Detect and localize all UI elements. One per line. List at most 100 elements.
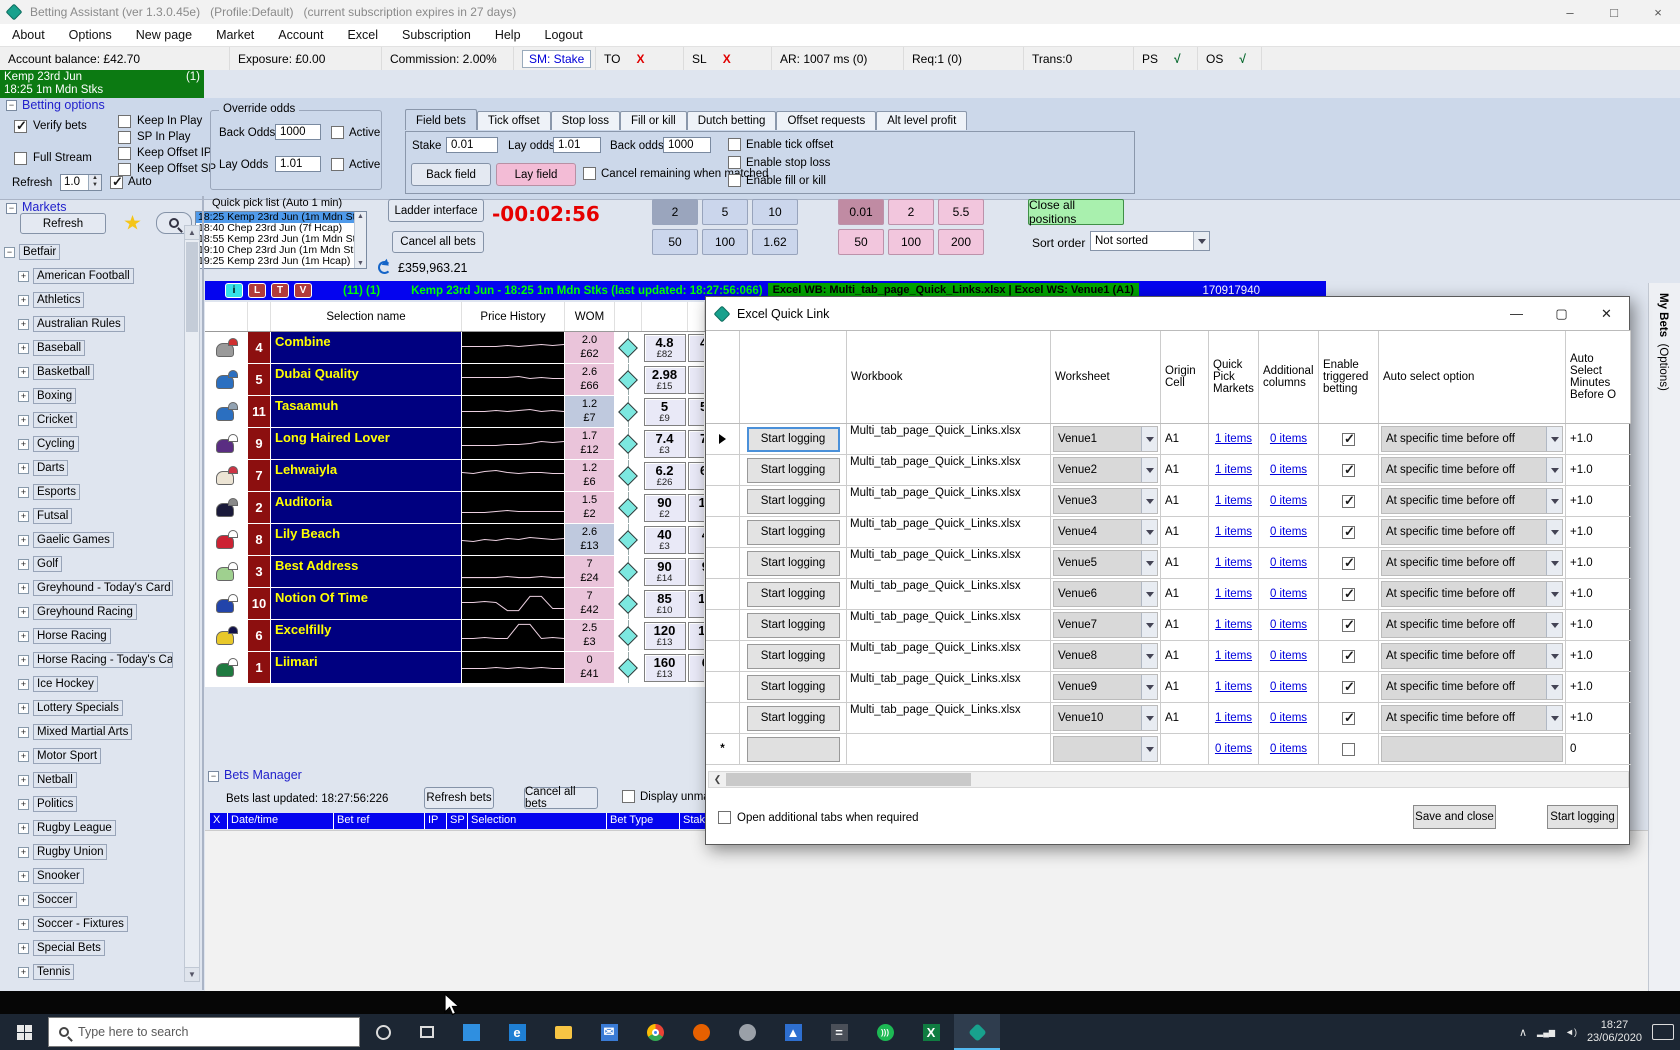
close-all-positions-button[interactable]: Close all positions <box>1028 199 1124 225</box>
menu-item-about[interactable]: About <box>12 28 45 42</box>
quick-pick-item[interactable]: 19:25 Kemp 23rd Jun (1m Hcap) <box>196 256 354 267</box>
back-odds-input[interactable]: 1000 <box>275 124 321 140</box>
origin-cell[interactable]: A1 <box>1161 672 1209 702</box>
t-button[interactable]: T <box>271 283 289 298</box>
tab-stop-loss[interactable]: Stop loss <box>551 111 620 130</box>
auto-select-dropdown[interactable]: At specific time before off <box>1381 457 1563 483</box>
quick-pick-items-link[interactable]: 1 items <box>1215 464 1252 476</box>
sidebar-item-netball[interactable]: +Netball <box>4 768 182 792</box>
workbook-cell[interactable]: Multi_tab_page_Quick_Links.xlsx <box>847 641 1051 671</box>
back-odds-button[interactable]: 6.2£26 <box>644 462 686 490</box>
save-and-close-button[interactable]: Save and close <box>1413 805 1496 829</box>
start-logging-button[interactable]: Start logging <box>747 520 840 545</box>
sidebar-item-esports[interactable]: +Esports <box>4 480 182 504</box>
back-odds-button[interactable]: 90£2 <box>644 494 686 522</box>
open-additional-tabs-checkbox[interactable] <box>718 811 731 824</box>
runner-name[interactable]: Dubai Quality <box>271 364 462 396</box>
expand-icon[interactable]: + <box>18 415 29 426</box>
volume-icon[interactable]: ◄) <box>1565 1027 1577 1037</box>
enable-stop-loss-checkbox[interactable] <box>728 156 741 169</box>
sidebar-item-golf[interactable]: +Golf <box>4 552 182 576</box>
tab-tick-offset[interactable]: Tick offset <box>477 111 551 130</box>
enable-triggered-betting-checkbox[interactable] <box>1342 588 1355 601</box>
collapse-bets-manager-icon[interactable]: − <box>208 771 219 782</box>
settings-icon[interactable] <box>724 1014 770 1050</box>
cancel-remaining-checkbox[interactable] <box>583 167 596 180</box>
expand-icon[interactable]: + <box>18 391 29 402</box>
back-preset-100[interactable]: 100 <box>702 229 748 255</box>
auto-select-dropdown[interactable]: At specific time before off <box>1381 519 1563 545</box>
lay-preset-5.5[interactable]: 5.5 <box>938 199 984 225</box>
auto-select-dropdown[interactable] <box>1381 736 1563 762</box>
menu-item-account[interactable]: Account <box>278 28 323 42</box>
sidebar-item-lottery-specials[interactable]: +Lottery Specials <box>4 696 182 720</box>
expand-icon[interactable]: + <box>18 895 29 906</box>
photos-icon[interactable]: ▲ <box>770 1014 816 1050</box>
auto-refresh-checkbox[interactable] <box>110 176 123 189</box>
back-odds-button-2[interactable]: 95£1 <box>688 558 705 586</box>
dialog-maximize-button[interactable]: ▢ <box>1539 297 1584 330</box>
origin-cell[interactable]: A1 <box>1161 486 1209 516</box>
workbook-cell[interactable]: Multi_tab_page_Quick_Links.xlsx <box>847 579 1051 609</box>
auto-select-dropdown[interactable]: At specific time before off <box>1381 426 1563 452</box>
expand-icon[interactable]: + <box>18 511 29 522</box>
origin-cell[interactable]: A1 <box>1161 517 1209 547</box>
expand-icon[interactable]: + <box>18 775 29 786</box>
back-odds-button-2[interactable]: 5.4£9 <box>688 398 705 426</box>
back-odds-button[interactable]: 40£3 <box>644 526 686 554</box>
sidebar-item-tennis[interactable]: +Tennis <box>4 960 182 984</box>
firefox-icon[interactable] <box>678 1014 724 1050</box>
additional-items-link[interactable]: 0 items <box>1270 619 1307 631</box>
expand-icon[interactable]: + <box>18 607 29 618</box>
tab-fill-or-kill[interactable]: Fill or kill <box>620 111 687 130</box>
back-preset-10[interactable]: 10 <box>752 199 798 225</box>
dialog-minimize-button[interactable]: — <box>1494 297 1539 330</box>
expand-icon[interactable]: + <box>18 535 29 546</box>
quick-pick-items-link[interactable]: 1 items <box>1215 619 1252 631</box>
scroll-up-icon[interactable]: ▲ <box>185 226 199 240</box>
back-odds-button[interactable]: 120£13 <box>644 622 686 650</box>
start-logging-button[interactable]: Start logging <box>747 644 840 669</box>
minutes-before-cell[interactable]: +1.0 <box>1566 424 1631 454</box>
scroll-left-icon[interactable]: ❮ <box>709 774 726 785</box>
dialog-horizontal-scrollbar[interactable]: ❮ <box>708 771 1629 788</box>
keep-in-play-checkbox[interactable] <box>118 115 131 128</box>
ladder-interface-button[interactable]: Ladder interface <box>388 199 484 222</box>
back-field-button[interactable]: Back field <box>411 163 491 186</box>
runner-name[interactable]: Combine <box>271 332 462 364</box>
sp-in-play-checkbox[interactable] <box>118 131 131 144</box>
sidebar-item-horse-racing-today-s-card[interactable]: +Horse Racing - Today's Card <box>4 648 182 672</box>
refresh-bets-button[interactable]: Refresh bets <box>424 787 494 809</box>
workbook-cell[interactable] <box>847 734 1051 764</box>
expand-icon[interactable]: + <box>18 487 29 498</box>
expand-icon[interactable]: + <box>18 271 29 282</box>
expand-icon[interactable]: + <box>18 799 29 810</box>
worksheet-dropdown[interactable]: Venue8 <box>1053 643 1158 669</box>
enable-triggered-betting-checkbox[interactable] <box>1342 681 1355 694</box>
auto-select-dropdown[interactable]: At specific time before off <box>1381 488 1563 514</box>
origin-cell[interactable]: A1 <box>1161 579 1209 609</box>
scroll-down-icon[interactable]: ▼ <box>185 967 199 981</box>
sidebar-item-darts[interactable]: +Darts <box>4 456 182 480</box>
sidebar-item-futsal[interactable]: +Futsal <box>4 504 182 528</box>
sidebar-item-greyhound-today-s-card[interactable]: +Greyhound - Today's Card <box>4 576 182 600</box>
l-button[interactable]: L <box>248 283 266 298</box>
menu-item-logout[interactable]: Logout <box>545 28 583 42</box>
spinner-arrows-icon[interactable]: ▲▼ <box>88 175 101 190</box>
worksheet-dropdown[interactable] <box>1053 736 1158 762</box>
menu-item-options[interactable]: Options <box>69 28 112 42</box>
field-back-odds-input[interactable]: 1000 <box>663 137 711 153</box>
enable-triggered-betting-checkbox[interactable] <box>1342 526 1355 539</box>
runner-name[interactable]: Lehwaiyla <box>271 460 462 492</box>
bets-column-stake[interactable]: Stake <box>680 813 705 829</box>
back-preset-2[interactable]: 2 <box>652 199 698 225</box>
sidebar-item-basketball[interactable]: +Basketball <box>4 360 182 384</box>
lay-odds-input[interactable]: 1.01 <box>275 156 321 172</box>
origin-cell[interactable]: A1 <box>1161 548 1209 578</box>
sidebar-item-cycling[interactable]: +Cycling <box>4 432 182 456</box>
quick-pick-items-link[interactable]: 0 items <box>1215 743 1252 755</box>
collapse-markets-icon[interactable]: − <box>6 203 17 214</box>
dialog-title-bar[interactable]: Excel Quick Link — ▢ ✕ <box>706 297 1629 330</box>
collapse-icon[interactable]: − <box>4 247 15 258</box>
field-lay-odds-input[interactable]: 1.01 <box>553 137 601 153</box>
